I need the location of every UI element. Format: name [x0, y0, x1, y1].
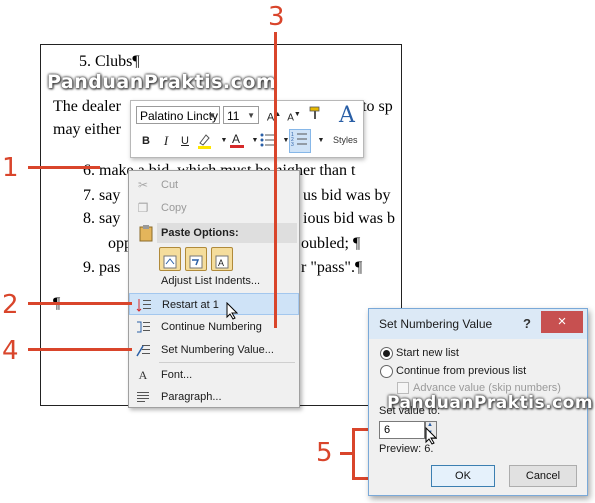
callout-number-4: 4 — [2, 336, 19, 366]
numbering-value-input[interactable]: 6 — [379, 421, 425, 439]
paste-merge-formatting-icon[interactable] — [185, 247, 207, 271]
doc-line-item-8-cont-end: oubled; ¶ — [301, 235, 361, 252]
numbering-icon[interactable]: 123 — [289, 129, 311, 153]
callout-line-2 — [28, 302, 132, 305]
font-icon: A — [138, 368, 148, 382]
highlight-icon[interactable] — [195, 131, 215, 151]
font-color-icon[interactable]: A — [227, 131, 247, 151]
menu-item-copy-label: Copy — [161, 202, 187, 214]
chevron-down-icon: ▼ — [247, 111, 255, 120]
chevron-down-icon[interactable]: ▼ — [311, 131, 331, 151]
font-size-select[interactable]: 11 ▼ — [223, 106, 259, 124]
menu-item-set-numbering-value[interactable]: Set Numbering Value... — [129, 339, 299, 361]
ok-button[interactable]: OK — [431, 465, 495, 487]
restart-numbering-icon — [136, 297, 152, 313]
callout-number-2: 2 — [2, 290, 19, 320]
callout-number-5: 5 — [316, 438, 333, 468]
continue-numbering-icon — [135, 319, 151, 335]
doc-line-item-8: 8. say — [83, 210, 121, 227]
svg-text:3: 3 — [291, 142, 294, 148]
underline-button[interactable]: U — [175, 131, 195, 151]
shrink-font-icon[interactable]: A▼ — [284, 105, 304, 125]
preview-label: Preview: 6. — [379, 443, 434, 455]
copy-icon: ❐ — [137, 201, 149, 215]
doc-line-item-8-end: ious bid was b — [303, 210, 395, 227]
numbering-value-text: 6 — [384, 424, 391, 436]
callout-number-1: 1 — [2, 153, 19, 183]
menu-item-continue-numbering-label: Continue Numbering — [161, 321, 262, 333]
italic-button[interactable]: I — [156, 131, 176, 151]
callout-line-1 — [28, 166, 100, 169]
paste-options-label: Paste Options: — [161, 227, 239, 239]
paste-clipboard-icon — [137, 224, 155, 242]
menu-item-paragraph-label: Paragraph... — [161, 391, 222, 403]
doc-line-item-7: 7. say — [83, 187, 121, 204]
callout-line-3 — [274, 32, 277, 328]
mini-toolbar: Palatino Lincty ▼ 11 ▼ A▲ A▼ A Styles B … — [130, 100, 364, 158]
dialog-title-bar[interactable]: Set Numbering Value ? × — [369, 309, 587, 339]
cancel-button[interactable]: Cancel — [509, 465, 577, 487]
menu-item-font[interactable]: A Font... — [129, 364, 299, 386]
menu-item-paragraph[interactable]: Paragraph... — [129, 386, 299, 408]
font-name-select[interactable]: Palatino Lincty ▼ — [136, 106, 220, 124]
menu-item-font-label: Font... — [161, 369, 193, 381]
close-button[interactable]: × — [541, 311, 583, 333]
watermark-top: PanduanPraktis.com — [47, 71, 277, 93]
svg-text:A: A — [218, 258, 224, 268]
scissors-icon: ✂ — [137, 178, 149, 192]
continue-previous-label: Continue from previous list — [396, 365, 527, 377]
doc-line-item-9: 9. pas — [83, 259, 121, 276]
paste-keep-formatting-icon[interactable] — [159, 247, 181, 271]
menu-separator — [159, 362, 295, 363]
menu-item-restart-at-1-label: Restart at 1 — [162, 299, 219, 311]
menu-item-cut-label: Cut — [161, 179, 179, 191]
styles-button[interactable]: A Styles — [333, 103, 361, 153]
bold-button[interactable]: B — [136, 131, 156, 151]
start-new-list-radio[interactable] — [380, 347, 393, 360]
menu-item-adjust-list-indents-label: Adjust List Indents... — [161, 275, 261, 287]
start-new-list-label: Start new list — [396, 347, 459, 359]
mouse-cursor-icon — [226, 301, 239, 325]
set-numbering-value-dialog: Set Numbering Value ? × Start new list C… — [368, 308, 593, 496]
paste-text-only-icon[interactable]: A — [211, 247, 233, 271]
set-numbering-value-icon — [135, 342, 151, 358]
font-size-value: 11 — [227, 109, 240, 123]
menu-item-set-numbering-value-label: Set Numbering Value... — [161, 344, 274, 356]
svg-text:A: A — [232, 132, 240, 146]
doc-line-dealer: The dealer — [53, 98, 121, 115]
doc-line-item-7-end: us bid was by — [303, 187, 391, 204]
styles-icon: A — [339, 103, 355, 128]
format-painter-icon[interactable] — [305, 105, 325, 125]
doc-line-clubs: 5. Clubs¶ — [79, 53, 140, 70]
paragraph-icon — [135, 389, 151, 405]
doc-line-may-either: may either — [53, 121, 121, 138]
help-button[interactable]: ? — [517, 314, 537, 334]
callout-line-4 — [28, 348, 132, 351]
callout-line-5 — [340, 452, 352, 455]
callout-bracket-5 — [352, 428, 355, 480]
chevron-down-icon: ▼ — [208, 111, 216, 120]
watermark-dialog: PanduanPraktis.com — [387, 393, 594, 413]
dialog-title: Set Numbering Value — [379, 317, 493, 331]
font-name-value: Palatino Lincty — [140, 109, 219, 123]
callout-number-3: 3 — [268, 2, 285, 32]
doc-line-item-9-end: r "pass".¶ — [301, 259, 363, 276]
continue-previous-radio[interactable] — [380, 365, 393, 378]
styles-label: Styles — [333, 135, 358, 145]
